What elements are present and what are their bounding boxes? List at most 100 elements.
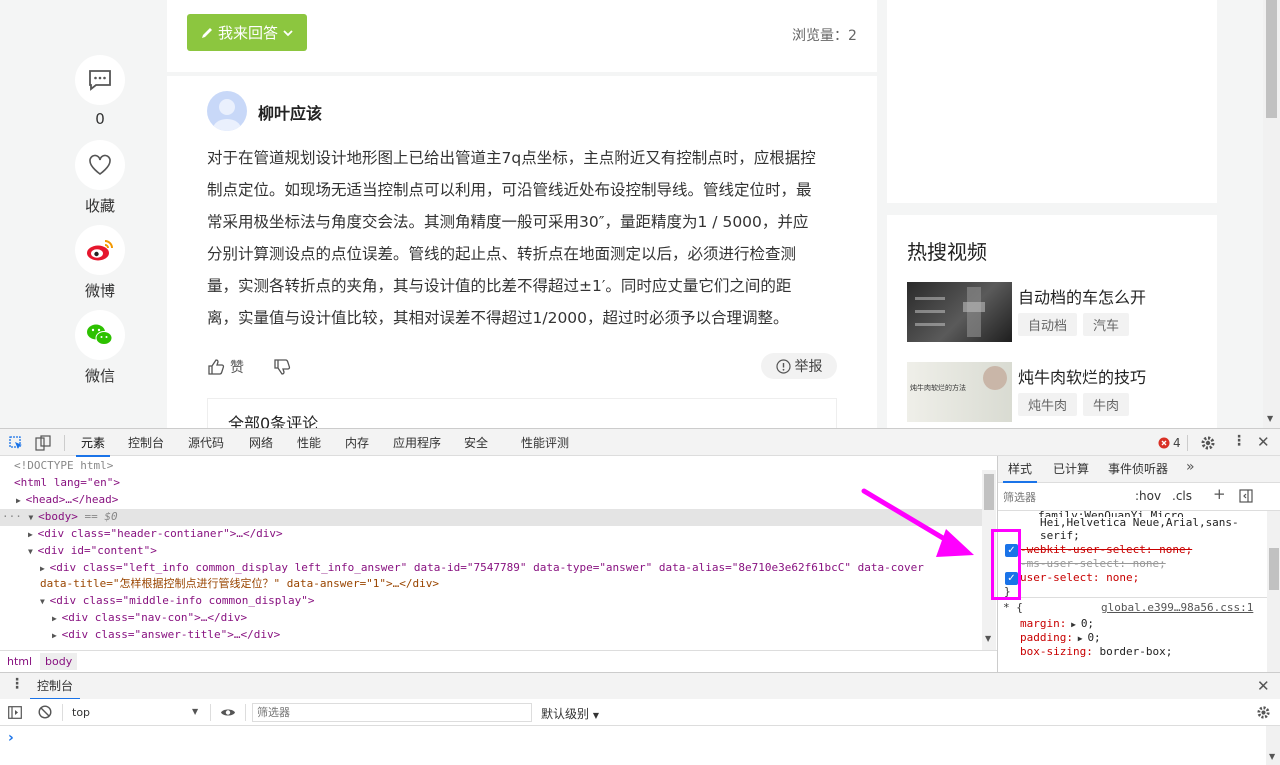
log-level-selector[interactable]: 默认级别 ▼	[541, 705, 599, 722]
avatar[interactable]	[207, 91, 247, 131]
tab-console[interactable]: 控制台	[128, 429, 164, 457]
tab-memory[interactable]: 内存	[345, 429, 369, 457]
like-label: 赞	[230, 360, 244, 376]
cls-toggle[interactable]: .cls	[1172, 489, 1192, 503]
toggle-sidebar-icon[interactable]	[1239, 489, 1253, 503]
clear-console-icon[interactable]	[38, 705, 52, 719]
annotation-arrow	[861, 488, 974, 557]
favorite-button[interactable]	[75, 140, 125, 190]
drawer-tabbar: ⋮ 控制台 ✕	[0, 672, 1280, 700]
sidebar-toggle-icon[interactable]	[8, 706, 22, 719]
body-node[interactable]: <body>	[38, 510, 78, 523]
console-prompt[interactable]: ›	[8, 730, 14, 746]
doctype-node[interactable]: <!DOCTYPE html>	[14, 459, 113, 472]
web-page: 0 收藏 微博 微信 我来回答 浏览量：2 柳叶应该 对于在管道规划设计地形图上…	[0, 0, 1280, 428]
answer-line: 常采用极坐标法与角度交会法。其测角精度一般可采用30″，量距精度为1 / 500…	[207, 213, 809, 231]
video-tag[interactable]: 牛肉	[1083, 393, 1130, 416]
css-user-select[interactable]: user-select: none;	[1020, 571, 1139, 585]
left-info-node[interactable]: <div class="left_info common_display lef…	[50, 561, 924, 574]
styles-scrollbar-thumb[interactable]	[1269, 548, 1279, 590]
styles-scrollbar[interactable]	[1267, 511, 1280, 672]
comment-icon	[89, 70, 111, 91]
comments-title: 全部0条评论	[228, 414, 319, 428]
context-selector[interactable]: top	[72, 706, 90, 719]
styles-filter-input[interactable]	[1003, 488, 1121, 506]
error-counter[interactable]: 4	[1158, 436, 1181, 450]
video-title[interactable]: 炖牛肉软烂的技巧	[1018, 364, 1146, 388]
video-tag[interactable]: 汽车	[1083, 313, 1130, 336]
css-box-sizing-name[interactable]: box-sizing:	[1020, 645, 1093, 658]
html-node[interactable]: <html lang="en">	[14, 476, 120, 489]
dislike-button[interactable]	[273, 358, 291, 380]
wechat-share-button[interactable]	[75, 310, 125, 360]
like-button[interactable]: 赞	[207, 357, 244, 377]
context-dropdown-icon[interactable]: ▼	[192, 707, 198, 716]
answer-title-node[interactable]: <div class="answer-title">…</div>	[62, 628, 281, 641]
favorite-label: 收藏	[84, 197, 115, 215]
scroll-down-arrow[interactable]: ▼	[1267, 414, 1273, 423]
breadcrumb-body[interactable]: body	[40, 653, 78, 670]
video-tag[interactable]: 炖牛肉	[1018, 393, 1078, 416]
header-div-node[interactable]: <div class="header-contianer">…</div>	[38, 527, 283, 540]
css-webkit-user-select[interactable]: -webkit-user-select: none;	[1020, 543, 1192, 557]
pencil-icon	[201, 27, 212, 38]
console-settings-gear-icon[interactable]	[1256, 705, 1271, 720]
css-margin-value[interactable]: 0;	[1081, 617, 1094, 630]
inspect-element-icon[interactable]	[9, 436, 24, 451]
tab-elements[interactable]: 元素	[76, 429, 111, 457]
console-filter-input[interactable]	[252, 703, 532, 722]
eye-icon[interactable]	[220, 707, 236, 718]
middle-info-node[interactable]: <div class="middle-info common_display">	[50, 594, 315, 607]
devtools-panel: 元素 控制台 源代码 网络 性能 内存 应用程序 安全 性能评测 4 ⋮ ✕ <…	[0, 428, 1280, 765]
gear-icon[interactable]	[1200, 435, 1216, 451]
drawer-close-icon[interactable]: ✕	[1257, 677, 1270, 695]
css-rule-source-link[interactable]: global.e399…98a56.css:1	[1101, 601, 1253, 615]
tab-event-listeners[interactable]: 事件侦听器	[1108, 456, 1168, 483]
nav-con-node[interactable]: <div class="nav-con">…</div>	[62, 611, 247, 624]
hov-toggle[interactable]: :hov	[1135, 489, 1161, 503]
elements-scroll-down[interactable]: ▼	[985, 634, 991, 643]
content-div-node[interactable]: <div id="content">	[38, 544, 157, 557]
tab-network[interactable]: 网络	[249, 429, 273, 457]
device-toolbar-icon[interactable]	[35, 435, 51, 451]
drawer-menu-icon[interactable]: ⋮	[10, 676, 24, 692]
left-info-node-cont[interactable]: data-title="怎样根据控制点进行管线定位？" data-answer=…	[40, 577, 439, 590]
css-ms-user-select[interactable]: -ms-user-select: none;	[1020, 557, 1166, 571]
answer-line: 制点定位。如现场无适当控制点可以利用，可沿管线近处布设控制导线。管线定位时，最	[207, 181, 812, 199]
breadcrumb-html[interactable]: html	[7, 655, 32, 668]
author-name[interactable]: 柳叶应该	[258, 100, 322, 124]
report-label: 举报	[794, 359, 823, 375]
head-node[interactable]: <head>…</head>	[26, 493, 119, 506]
tab-computed[interactable]: 已计算	[1053, 456, 1089, 483]
tab-performance[interactable]: 性能	[297, 429, 321, 457]
comment-button[interactable]	[75, 55, 125, 105]
close-icon[interactable]: ✕	[1257, 433, 1270, 451]
video-tag[interactable]: 自动档	[1018, 313, 1078, 336]
tab-sources[interactable]: 源代码	[188, 429, 224, 457]
video-title[interactable]: 自动档的车怎么开	[1018, 284, 1146, 308]
tab-lighthouse[interactable]: 性能评测	[521, 429, 569, 457]
css-rule-selector[interactable]: * {	[1003, 601, 1023, 615]
body-selected-marker: == $0	[84, 510, 118, 523]
css-box-sizing-value[interactable]: border-box;	[1099, 645, 1172, 658]
css-margin-name[interactable]: margin:	[1020, 617, 1066, 630]
video-thumbnail[interactable]: 炖牛肉软烂的方法	[907, 362, 1012, 422]
report-button[interactable]: 举报	[761, 353, 837, 379]
tab-styles[interactable]: 样式	[1003, 456, 1038, 483]
more-tabs-icon[interactable]: »	[1186, 459, 1195, 475]
drawer-tab-console[interactable]: 控制台	[30, 673, 81, 700]
weibo-share-button[interactable]	[75, 225, 125, 275]
more-options-icon[interactable]: ⋮	[1232, 433, 1246, 449]
css-padding-name[interactable]: padding:	[1020, 631, 1073, 644]
page-scrollbar-thumb[interactable]	[1266, 0, 1277, 118]
console-scrollbar[interactable]: ▼	[1266, 726, 1280, 765]
console-toolbar: top ▼ 默认级别 ▼	[0, 699, 1280, 726]
tab-security[interactable]: 安全	[464, 429, 488, 457]
tab-application[interactable]: 应用程序	[393, 429, 441, 457]
answer-button[interactable]: 我来回答	[187, 14, 307, 51]
selected-node-row[interactable]	[0, 509, 982, 526]
css-padding-value[interactable]: 0;	[1087, 631, 1100, 644]
new-rule-icon[interactable]: +	[1213, 485, 1226, 503]
video-thumbnail[interactable]	[907, 282, 1012, 342]
thumbs-up-icon	[208, 359, 225, 375]
